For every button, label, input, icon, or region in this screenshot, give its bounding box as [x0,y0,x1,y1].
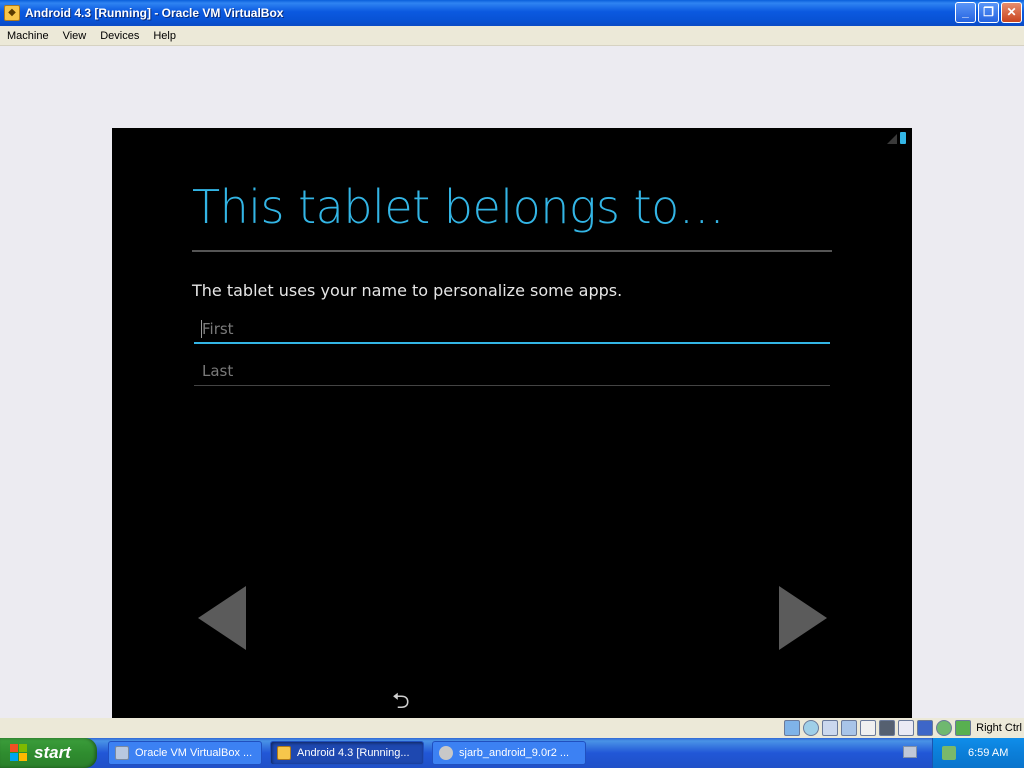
taskbar-item-android-vm[interactable]: Android 4.3 [Running... [270,741,424,765]
setup-subtitle: The tablet uses your name to personalize… [192,281,623,300]
first-name-placeholder: First [202,320,234,338]
host-key-label: Right Ctrl [976,722,1022,734]
signal-icon [887,134,897,144]
window-controls: _ ❐ ✕ [955,2,1022,23]
next-arrow-icon[interactable] [779,586,827,650]
mouse-integration-icon[interactable] [936,720,953,736]
display-icon[interactable] [879,720,896,736]
usb-icon[interactable] [822,720,839,736]
minimize-button[interactable]: _ [955,2,976,23]
start-label: start [34,743,71,762]
taskbar: start Oracle VM VirtualBox ... Android 4… [0,738,1024,768]
vbox-status-bar: Right Ctrl [0,718,1024,738]
video-capture-icon[interactable] [898,720,915,736]
back-icon[interactable]: ⮌ [392,690,410,712]
system-tray: 6:59 AM [932,738,1024,768]
window-title-bar[interactable]: ◆ Android 4.3 [Running] - Oracle VM Virt… [0,0,1024,26]
guest-display-area: This tablet belongs to… The tablet uses … [0,46,1024,728]
menu-help[interactable]: Help [146,26,183,46]
network-adapter-icon[interactable] [841,720,858,736]
last-name-placeholder: Last [202,362,234,380]
optical-drive-icon[interactable] [803,720,820,736]
keyboard-capture-icon[interactable] [955,720,972,736]
taskbar-item-virtualbox-manager[interactable]: Oracle VM VirtualBox ... [108,741,262,765]
virtualbox-icon [115,746,129,760]
task-label: sjarb_android_9.0r2 ... [459,747,570,759]
sjarb-app-icon [439,746,453,760]
last-name-field[interactable]: Last [194,356,830,386]
menu-view[interactable]: View [56,26,94,46]
text-cursor [201,320,202,338]
task-label: Oracle VM VirtualBox ... [135,747,253,759]
android-vm-icon [277,746,291,760]
virtualization-icon [917,720,934,736]
title-divider [192,250,832,252]
battery-icon [900,132,906,144]
restore-button[interactable]: ❐ [978,2,999,23]
close-button[interactable]: ✕ [1001,2,1022,23]
menu-machine[interactable]: Machine [0,26,56,46]
hard-disk-icon[interactable] [784,720,801,736]
android-screen[interactable]: This tablet belongs to… The tablet uses … [112,128,912,728]
previous-arrow-icon[interactable] [198,586,246,650]
start-button[interactable]: start [0,738,97,768]
windows-logo-icon [10,744,28,762]
setup-title: This tablet belongs to… [192,180,725,234]
virtualbox-app-icon: ◆ [4,5,20,21]
menu-bar: Machine View Devices Help [0,26,1024,46]
task-label: Android 4.3 [Running... [297,747,410,759]
network-tray-icon[interactable] [942,746,956,760]
taskbar-item-sjarb[interactable]: sjarb_android_9.0r2 ... [432,741,586,765]
menu-devices[interactable]: Devices [93,26,146,46]
clock[interactable]: 6:59 AM [968,747,1008,759]
first-name-field[interactable]: First [194,314,830,344]
android-status-icons [887,132,906,144]
window-title: Android 4.3 [Running] - Oracle VM Virtua… [25,6,284,20]
shared-folders-icon[interactable] [860,720,877,736]
keyboard-layout-icon[interactable] [903,746,917,758]
